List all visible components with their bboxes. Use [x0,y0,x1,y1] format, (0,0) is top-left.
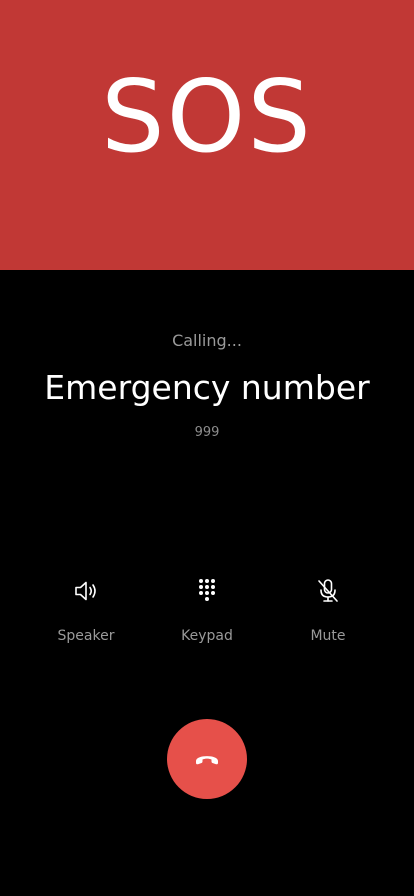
keypad-label: Keypad [181,628,233,644]
phone-hangup-icon [193,745,221,773]
keypad-icon [193,577,221,605]
mute-button[interactable]: Mute [278,570,378,650]
contact-name: Emergency number [44,368,370,407]
call-status: Calling... [172,331,242,350]
sos-title: SOS [101,58,313,175]
speaker-label: Speaker [57,628,115,644]
speaker-icon [72,577,100,605]
speaker-button[interactable]: Speaker [36,570,136,650]
mic-off-icon [314,577,342,605]
end-call-button[interactable] [167,719,247,799]
keypad-button[interactable]: Keypad [157,570,257,650]
mute-label: Mute [310,628,346,644]
phone-number: 999 [194,425,220,440]
sos-banner: SOS [0,0,414,270]
